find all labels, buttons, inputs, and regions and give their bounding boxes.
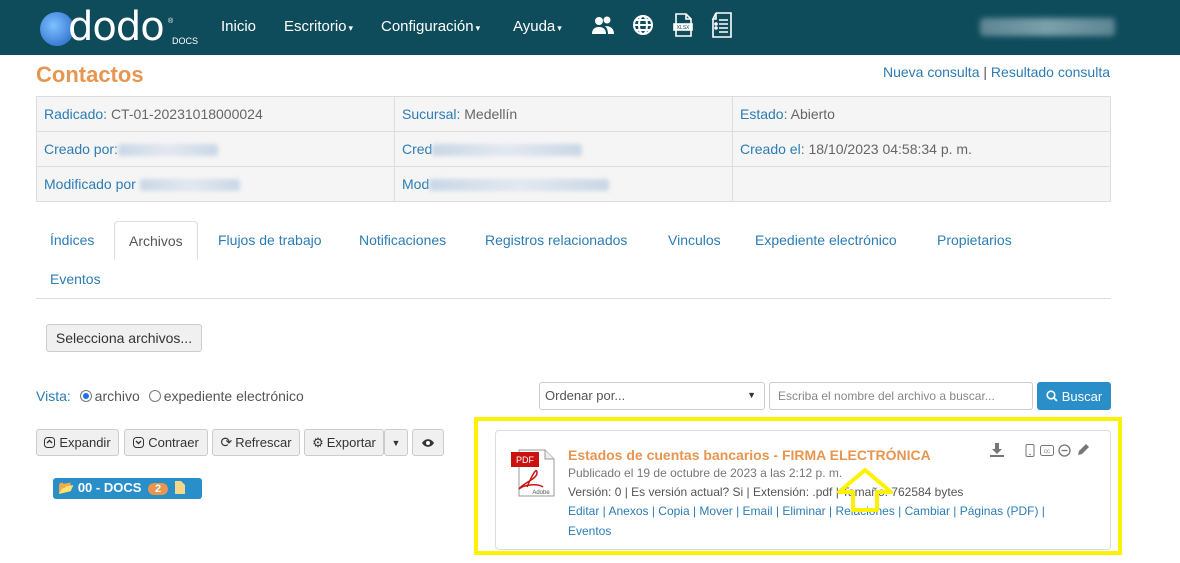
tab-bar: Índices Archivos Flujos de trabajo Notif… bbox=[36, 221, 1111, 299]
search-icon bbox=[1046, 390, 1058, 402]
folder-count-badge: 2 bbox=[148, 483, 169, 495]
logo-text: dodo bbox=[68, 4, 165, 50]
svg-text:PDF: PDF bbox=[516, 455, 535, 465]
pdf-file-icon: PDF Adobe bbox=[511, 449, 555, 497]
redacted-value bbox=[432, 144, 583, 157]
creado-el-value: 18/10/2023 04:58:34 p. m. bbox=[808, 141, 972, 157]
resultado-consulta-link[interactable]: Resultado consulta bbox=[991, 64, 1110, 80]
svg-text:XLSX: XLSX bbox=[677, 25, 690, 31]
nav-configuracion-label: Configuración bbox=[381, 18, 474, 35]
radio-expediente-label[interactable]: expediente electrónico bbox=[164, 388, 304, 404]
gear-icon: ⚙ bbox=[312, 434, 324, 450]
creado-por-cell: Creado por: bbox=[36, 131, 395, 167]
radicado-value: CT-01-20231018000024 bbox=[110, 106, 263, 122]
file-meta: Versión: 0 | Es versión actual? Si | Ext… bbox=[568, 485, 964, 499]
logo-subtext: DOCS bbox=[172, 36, 199, 46]
radicado-cell: Radicado: CT-01-20231018000024 bbox=[36, 96, 395, 132]
file-title-link[interactable]: Estados de cuentas bancarios - FIRMA ELE… bbox=[568, 447, 931, 463]
tab-eventos[interactable]: Eventos bbox=[36, 260, 115, 298]
vista-label: Vista: bbox=[36, 388, 71, 404]
folder-icon: 📂 bbox=[58, 480, 75, 495]
nav-escritorio[interactable]: Escritorio ▾ bbox=[284, 18, 353, 35]
closed-caption-icon[interactable]: cc bbox=[1040, 445, 1054, 456]
collapse-icon bbox=[133, 437, 145, 448]
download-icon[interactable] bbox=[990, 443, 1004, 457]
sucursal-cell: Sucursal: Medellín bbox=[394, 96, 733, 132]
refresh-icon: ⟳ bbox=[220, 434, 233, 450]
dropdown-arrow-icon: ▼ bbox=[747, 390, 756, 400]
redacted-value bbox=[139, 179, 240, 192]
nav-ayuda[interactable]: Ayuda ▾ bbox=[513, 18, 562, 35]
nueva-consulta-link[interactable]: Nueva consulta bbox=[883, 64, 980, 80]
radio-archivo-label[interactable]: archivo bbox=[95, 388, 140, 404]
estado-value: Abierto bbox=[790, 106, 835, 122]
folder-node[interactable]: 📂 00 - DOCS 2 bbox=[53, 478, 202, 499]
nav-escritorio-label: Escritorio bbox=[284, 18, 347, 35]
order-by-select[interactable]: Ordenar por... ▼ bbox=[539, 382, 765, 410]
radio-archivo[interactable] bbox=[79, 390, 92, 402]
tab-notificaciones[interactable]: Notificaciones bbox=[345, 221, 460, 259]
xlsx-icon[interactable]: XLSX bbox=[671, 12, 695, 38]
nav-configuracion[interactable]: Configuración ▾ bbox=[381, 18, 480, 35]
export-dropdown-button[interactable]: ▼ bbox=[384, 429, 408, 456]
nav-inicio[interactable]: Inicio bbox=[221, 18, 256, 35]
expand-button[interactable]: Expandir bbox=[36, 429, 119, 456]
eye-icon bbox=[422, 438, 434, 447]
file-search-input[interactable]: Escriba el nombre del archivo a buscar..… bbox=[769, 382, 1033, 410]
top-links: Nueva consulta | Resultado consulta bbox=[883, 64, 1110, 80]
expand-icon bbox=[44, 437, 56, 448]
caret-down-icon: ▾ bbox=[475, 23, 481, 33]
nav-ayuda-label: Ayuda bbox=[513, 18, 556, 35]
export-button[interactable]: ⚙ Exportar bbox=[304, 429, 384, 456]
globe-icon[interactable] bbox=[631, 12, 655, 38]
sucursal-value: Medellín bbox=[464, 106, 518, 122]
empty-cell bbox=[732, 166, 1111, 202]
record-info-table: Radicado: CT-01-20231018000024 Sucursal:… bbox=[36, 96, 1111, 202]
file-icon bbox=[174, 481, 185, 494]
creado-cell: Cred bbox=[394, 131, 733, 167]
top-navbar: dodo ® DOCS Inicio Escritorio ▾ Configura… bbox=[0, 0, 1180, 55]
redacted-value bbox=[117, 144, 218, 157]
creado-el-cell: Creado el: 18/10/2023 04:58:34 p. m. bbox=[732, 131, 1111, 167]
tab-expediente-electronico[interactable]: Expediente electrónico bbox=[741, 221, 911, 259]
file-published: Publicado el 19 de octubre de 2023 a las… bbox=[568, 466, 843, 480]
select-files-button[interactable]: Selecciona archivos... bbox=[46, 324, 202, 352]
separator: | bbox=[983, 64, 988, 80]
arrow-up-annotation-icon bbox=[837, 468, 893, 512]
caret-down-icon: ▼ bbox=[391, 437, 401, 448]
users-icon[interactable] bbox=[591, 12, 615, 38]
tab-registros-relacionados[interactable]: Registros relacionados bbox=[471, 221, 641, 259]
user-menu[interactable] bbox=[980, 18, 1115, 36]
svg-text:Adobe: Adobe bbox=[532, 490, 550, 496]
redacted-value bbox=[429, 179, 610, 192]
mobile-icon[interactable] bbox=[1025, 444, 1035, 457]
tab-propietarios[interactable]: Propietarios bbox=[923, 221, 1026, 259]
modificado-cell: Mod bbox=[394, 166, 733, 202]
folder-name: 00 - DOCS bbox=[77, 480, 142, 495]
caret-down-icon: ▾ bbox=[557, 23, 562, 33]
pencil-icon[interactable] bbox=[1076, 443, 1090, 457]
page-title: Contactos bbox=[36, 62, 144, 87]
search-button[interactable]: Buscar bbox=[1037, 382, 1111, 410]
dodo-logo[interactable]: dodo ® DOCS bbox=[40, 4, 200, 50]
modificado-por-cell: Modificado por bbox=[36, 166, 395, 202]
preview-button[interactable] bbox=[412, 429, 444, 456]
refresh-button[interactable]: ⟳ Refrescar bbox=[212, 429, 300, 456]
svg-text:cc: cc bbox=[1044, 449, 1050, 455]
tab-vinculos[interactable]: Vinculos bbox=[654, 221, 735, 259]
view-selector: Vista: archivo expediente electrónico bbox=[36, 388, 304, 404]
estado-cell: Estado: Abierto bbox=[732, 96, 1111, 132]
file-eventos-link[interactable]: Eventos bbox=[568, 524, 611, 538]
collapse-button[interactable]: Contraer bbox=[124, 429, 208, 456]
file-action-links[interactable]: Editar | Anexos | Copia | Mover | Email … bbox=[568, 504, 1045, 518]
document-list-icon[interactable] bbox=[710, 12, 734, 38]
tab-flujos-de-trabajo[interactable]: Flujos de trabajo bbox=[204, 221, 336, 259]
radio-expediente[interactable] bbox=[148, 390, 161, 402]
tab-indices[interactable]: Índices bbox=[36, 221, 108, 259]
minus-circle-icon[interactable] bbox=[1058, 444, 1071, 457]
caret-down-icon: ▾ bbox=[348, 23, 354, 33]
tab-archivos[interactable]: Archivos bbox=[114, 221, 198, 260]
